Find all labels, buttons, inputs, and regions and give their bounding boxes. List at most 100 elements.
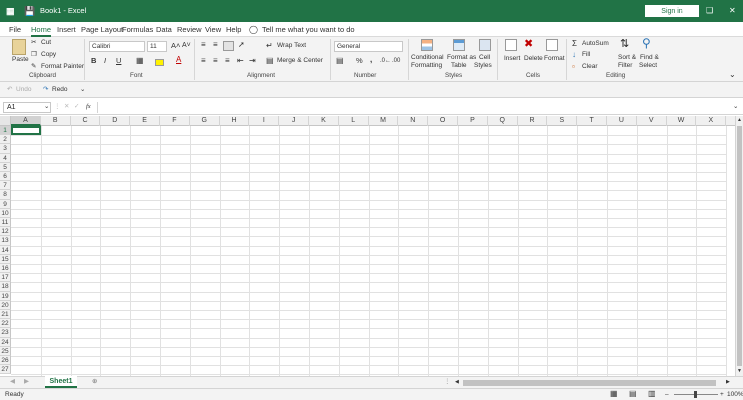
row-header-24[interactable]: 24 xyxy=(0,337,11,347)
zoom-slider-handle[interactable] xyxy=(694,391,697,398)
cell-styles-icon[interactable] xyxy=(479,39,491,51)
column-header-i[interactable]: I xyxy=(249,116,280,126)
active-cell-a1[interactable] xyxy=(11,126,41,136)
column-header-j[interactable]: J xyxy=(279,116,309,126)
insert-cells-button[interactable]: Insert xyxy=(504,55,520,63)
undo-icon[interactable]: ↶ xyxy=(7,86,12,94)
menu-insert[interactable]: Insert xyxy=(57,22,76,37)
column-header-r[interactable]: R xyxy=(518,116,548,126)
grow-font-icon[interactable]: A˄ xyxy=(171,42,180,50)
vertical-scrollbar[interactable]: ▲ ▼ xyxy=(735,116,743,376)
middle-align-icon[interactable]: ≡ xyxy=(213,41,218,49)
eraser-icon[interactable]: ▫ xyxy=(572,63,575,71)
row-header-22[interactable]: 22 xyxy=(0,319,11,329)
sign-in-button[interactable]: Sign in xyxy=(645,5,699,17)
copy-button[interactable]: Copy xyxy=(41,51,56,59)
cell-styles-line2[interactable]: Styles xyxy=(474,62,492,70)
menu-help[interactable]: Help xyxy=(226,22,241,37)
scroll-right-icon[interactable]: ▶ xyxy=(726,378,730,386)
column-header-g[interactable]: G xyxy=(190,116,220,126)
menu-formulas[interactable]: Formulas xyxy=(122,22,153,37)
row-header-14[interactable]: 14 xyxy=(0,245,11,255)
cancel-entry-icon[interactable]: ✕ xyxy=(64,103,69,111)
column-header-q[interactable]: Q xyxy=(488,116,518,126)
row-header-13[interactable]: 13 xyxy=(0,236,11,246)
bold-button[interactable]: B xyxy=(91,57,96,65)
worksheet-grid[interactable]: ABCDEFGHIJKLMNOPQRSTUVWX 1 2 3 4 5 6 7 8 9 10 11 12… xyxy=(0,116,743,376)
row-header-21[interactable]: 21 xyxy=(0,310,11,320)
row-header-15[interactable]: 15 xyxy=(0,254,11,264)
conditional-formatting-icon[interactable] xyxy=(421,39,433,51)
close-icon[interactable]: ✕ xyxy=(729,0,736,22)
row-header-27[interactable]: 27 xyxy=(0,365,11,375)
confirm-entry-icon[interactable]: ✓ xyxy=(74,103,79,111)
column-header-n[interactable]: N xyxy=(398,116,429,126)
row-header-5[interactable]: 5 xyxy=(0,162,11,172)
row-header-1[interactable]: 1 xyxy=(0,126,11,136)
decrease-indent-icon[interactable]: ⇤ xyxy=(237,57,244,65)
wrap-text-icon[interactable]: ↵ xyxy=(266,42,273,50)
menu-data[interactable]: Data xyxy=(156,22,172,37)
format-as-table-line1[interactable]: Format as xyxy=(447,54,476,62)
align-left-icon[interactable]: ≡ xyxy=(201,57,206,65)
conditional-formatting-line2[interactable]: Formatting xyxy=(411,62,442,70)
autosum-icon[interactable]: Σ xyxy=(572,40,577,48)
row-header-20[interactable]: 20 xyxy=(0,300,11,310)
cell-styles-line1[interactable]: Cell xyxy=(479,54,490,62)
row-header-6[interactable]: 6 xyxy=(0,172,11,182)
menu-view[interactable]: View xyxy=(205,22,221,37)
horizontal-scroll-thumb[interactable] xyxy=(463,380,716,386)
align-center-icon[interactable]: ≡ xyxy=(213,57,218,65)
column-header-s[interactable]: S xyxy=(547,116,578,126)
find-select-line2[interactable]: Select xyxy=(639,62,657,70)
clear-button[interactable]: Clear xyxy=(582,63,598,71)
column-header-x[interactable]: X xyxy=(696,116,727,126)
scissors-icon[interactable]: ✂ xyxy=(31,39,36,47)
scroll-left-icon[interactable]: ◀ xyxy=(455,378,459,386)
paste-button[interactable]: Paste xyxy=(12,56,29,64)
fill-down-icon[interactable]: ↓ xyxy=(572,51,576,59)
row-header-8[interactable]: 8 xyxy=(0,190,11,200)
menu-file[interactable]: File xyxy=(9,22,21,37)
sort-filter-line2[interactable]: Filter xyxy=(618,62,632,70)
restore-icon[interactable]: ❑ xyxy=(706,0,713,22)
wrap-text-button[interactable]: Wrap Text xyxy=(277,42,306,50)
page-layout-view-icon[interactable]: ▤ xyxy=(629,390,637,398)
new-sheet-icon[interactable]: ⊕ xyxy=(92,378,97,386)
increase-indent-icon[interactable]: ⇥ xyxy=(249,57,256,65)
decrease-decimal-icon[interactable]: .00 xyxy=(392,57,400,65)
save-icon[interactable]: 💾 xyxy=(24,0,35,22)
column-header-l[interactable]: L xyxy=(339,116,369,126)
column-header-t[interactable]: T xyxy=(577,116,607,126)
vertical-scroll-thumb[interactable] xyxy=(737,126,742,366)
row-header-17[interactable]: 17 xyxy=(0,273,11,283)
bottom-align-icon[interactable] xyxy=(223,41,234,51)
row-header-23[interactable]: 23 xyxy=(0,328,11,338)
column-header-u[interactable]: U xyxy=(607,116,637,126)
row-header-12[interactable]: 12 xyxy=(0,227,11,237)
orientation-icon[interactable]: ➚ xyxy=(238,41,245,49)
column-header-e[interactable]: E xyxy=(130,116,160,126)
row-header-11[interactable]: 11 xyxy=(0,218,11,228)
zoom-level[interactable]: 100% xyxy=(727,391,743,399)
italic-button[interactable]: I xyxy=(104,57,106,65)
row-header-4[interactable]: 4 xyxy=(0,153,11,163)
scroll-up-icon[interactable]: ▲ xyxy=(737,116,742,124)
font-color-icon[interactable]: A xyxy=(176,56,181,64)
column-header-v[interactable]: V xyxy=(637,116,667,126)
redo-button[interactable]: Redo xyxy=(52,86,68,94)
prev-sheet-icon[interactable]: ◀ xyxy=(10,378,15,386)
sheet-tab-sheet1[interactable]: Sheet1 xyxy=(45,376,77,388)
tab-split-icon[interactable]: ⋮ xyxy=(444,378,451,386)
font-name-combo[interactable]: Calibri xyxy=(89,41,145,52)
name-box-dropdown-icon[interactable]: ⌄ xyxy=(44,103,49,111)
customize-toolbar-icon[interactable]: ⌄ xyxy=(80,86,85,94)
delete-cells-button[interactable]: Delete xyxy=(524,55,543,63)
column-header-k[interactable]: K xyxy=(309,116,339,126)
percent-button[interactable]: % xyxy=(356,57,363,65)
row-header-2[interactable]: 2 xyxy=(0,135,11,145)
autosum-button[interactable]: AutoSum xyxy=(582,40,609,48)
column-header-b[interactable]: B xyxy=(41,116,71,126)
sort-filter-icon[interactable]: ⇅ xyxy=(620,38,629,50)
zoom-out-icon[interactable]: – xyxy=(665,391,669,399)
